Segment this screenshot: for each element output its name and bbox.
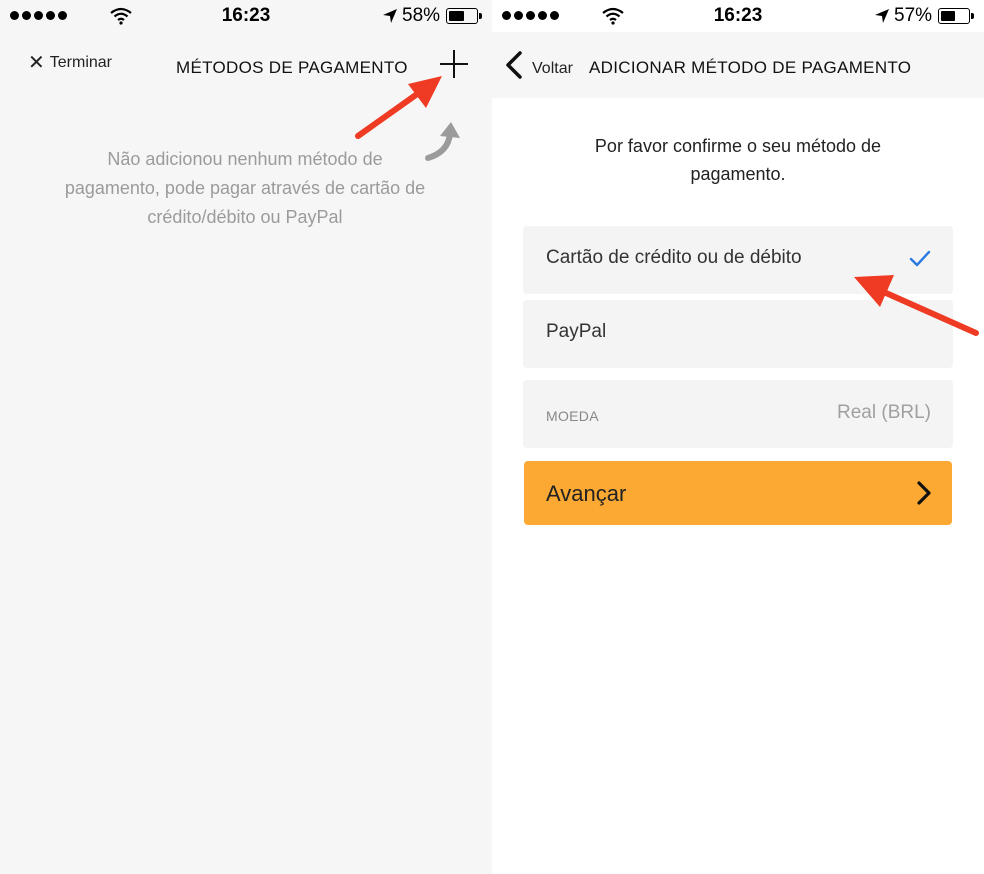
advance-label: Avançar: [546, 481, 627, 506]
status-bar: 16:23 58%: [0, 0, 492, 32]
close-icon: ✕: [28, 52, 45, 74]
page-title: MÉTODOS DE PAGAMENTO: [176, 58, 408, 77]
currency-label: MOEDA: [546, 408, 599, 424]
curved-arrow-icon: [425, 122, 460, 161]
done-button[interactable]: ✕ Terminar: [28, 52, 112, 74]
currency-value: Real (BRL): [837, 402, 931, 423]
option-label: Cartão de crédito ou de débito: [546, 247, 802, 268]
back-label: Voltar: [532, 60, 573, 77]
currency-selector[interactable]: MOEDA Real (BRL): [523, 380, 953, 448]
option-paypal[interactable]: PayPal: [523, 300, 953, 368]
checkmark-icon: [909, 250, 931, 267]
payment-methods-screen: 16:23 58% ✕ Terminar MÉTODOS DE PAGAMENT…: [0, 0, 492, 874]
status-bar: 16:23 57%: [492, 0, 984, 32]
battery-icon: [446, 8, 482, 24]
battery-percentage: 58%: [402, 5, 441, 26]
option-credit-debit-card[interactable]: Cartão de crédito ou de débito: [523, 226, 953, 294]
back-button[interactable]: Voltar: [504, 50, 573, 80]
battery-icon: [938, 8, 974, 24]
empty-state-message: Não adicionou nenhum método de pagamento…: [64, 149, 426, 227]
navigation-bar: Voltar ADICIONAR MÉTODO DE PAGAMENTO: [492, 32, 984, 98]
done-label: Terminar: [49, 54, 112, 71]
battery-percentage: 57%: [894, 5, 933, 26]
location-arrow-icon: [875, 9, 889, 23]
add-payment-method-screen: 16:23 57% Voltar ADICIONAR MÉTODO DE PAG…: [492, 0, 984, 874]
page-title: ADICIONAR MÉTODO DE PAGAMENTO: [589, 58, 912, 77]
add-payment-method-button[interactable]: [440, 50, 468, 78]
advance-button[interactable]: Avançar: [524, 461, 952, 525]
chevron-left-icon: [506, 51, 522, 79]
option-label: PayPal: [546, 321, 607, 342]
navigation-bar: ✕ Terminar MÉTODOS DE PAGAMENTO: [0, 32, 492, 98]
location-arrow-icon: [383, 9, 397, 23]
confirm-instructions: Por favor confirme o seu método de pagam…: [594, 136, 882, 184]
chevron-right-icon: [917, 481, 931, 505]
